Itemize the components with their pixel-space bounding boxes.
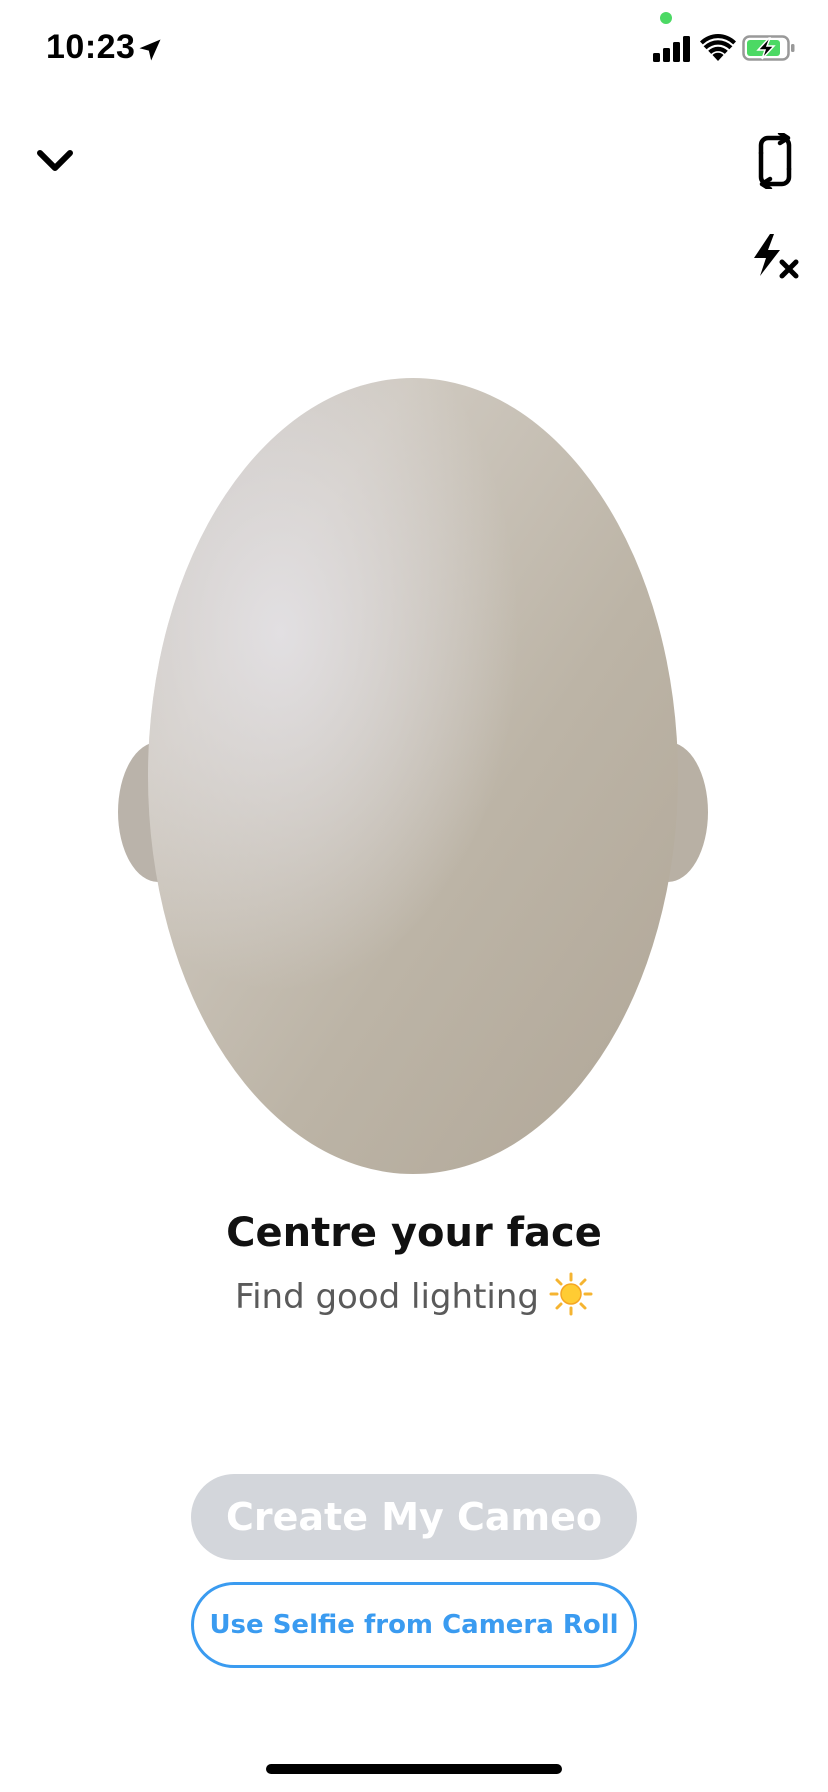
flash-toggle-button[interactable] [746,230,802,284]
status-time: 10:23 [46,28,136,66]
home-indicator[interactable] [266,1764,562,1774]
flip-camera-button[interactable] [748,130,802,192]
battery-charging-icon [742,35,795,61]
privacy-indicator-dot [660,12,672,24]
sun-icon [549,1272,593,1316]
status-bar: 10:23 [0,0,828,100]
instruction-title: Centre your face [226,1210,602,1256]
cellular-signal-icon [653,36,690,62]
use-selfie-from-camera-roll-button[interactable]: Use Selfie from Camera Roll [191,1582,637,1668]
create-cameo-button[interactable]: Create My Cameo [191,1474,637,1560]
flash-off-icon [754,234,799,279]
chevron-down-icon [37,150,73,171]
dismiss-button[interactable] [30,136,80,186]
wifi-icon [700,34,736,61]
face-outline [118,378,708,1174]
instruction-subtitle: Find good lighting [0,1272,828,1317]
camera-preview-face-silhouette [118,378,708,1174]
location-arrow-icon [139,39,161,61]
instruction-subtitle-text: Find good lighting [235,1277,539,1317]
flip-camera-icon [758,133,792,189]
